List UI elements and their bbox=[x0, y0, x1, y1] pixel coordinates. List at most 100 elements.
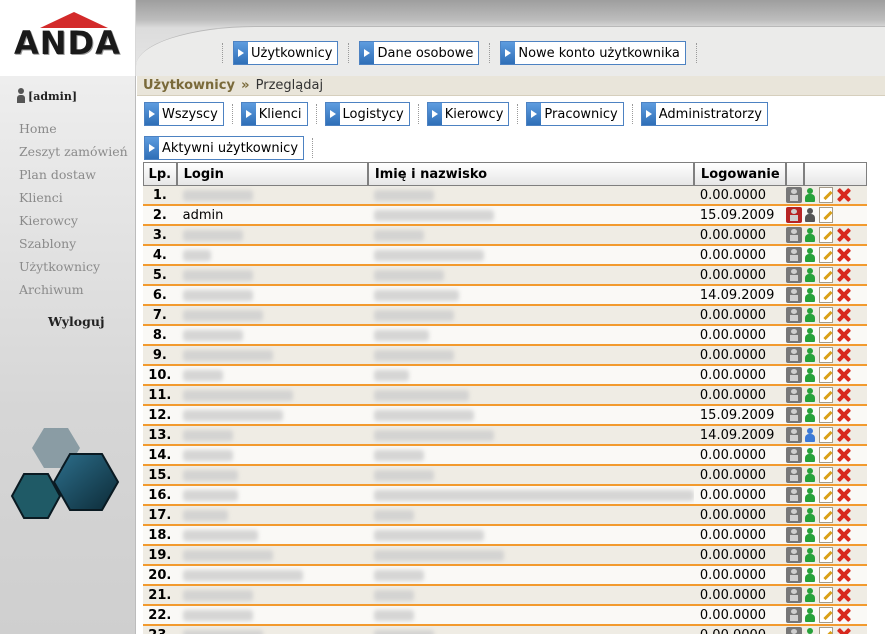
user-profile-icon[interactable] bbox=[804, 227, 816, 243]
col-header-name[interactable]: Imię i nazwisko bbox=[367, 162, 694, 186]
table-row[interactable]: 14. 0.00.0000 bbox=[143, 446, 867, 466]
user-profile-icon[interactable] bbox=[804, 347, 816, 363]
delete-icon[interactable] bbox=[836, 467, 852, 483]
user-profile-icon[interactable] bbox=[804, 447, 816, 463]
user-status-icon[interactable] bbox=[785, 387, 802, 403]
user-profile-icon[interactable] bbox=[804, 207, 816, 223]
user-status-icon[interactable] bbox=[785, 467, 802, 483]
user-profile-icon[interactable] bbox=[804, 327, 816, 343]
user-status-icon[interactable] bbox=[785, 427, 802, 443]
user-status-icon[interactable] bbox=[785, 607, 802, 623]
delete-icon[interactable] bbox=[836, 347, 852, 363]
delete-icon[interactable] bbox=[836, 427, 852, 443]
col-header-login[interactable]: Login bbox=[176, 162, 368, 186]
user-status-icon[interactable] bbox=[785, 367, 802, 383]
user-profile-icon[interactable] bbox=[804, 427, 816, 443]
user-status-icon[interactable] bbox=[785, 187, 802, 203]
table-row[interactable]: 4. 0.00.0000 bbox=[143, 246, 867, 266]
nav-users-button[interactable]: Użytkownicy bbox=[233, 41, 339, 65]
table-row[interactable]: 15. 0.00.0000 bbox=[143, 466, 867, 486]
user-status-icon[interactable] bbox=[785, 347, 802, 363]
edit-icon[interactable] bbox=[818, 207, 833, 223]
table-row[interactable]: 22. 0.00.0000 bbox=[143, 606, 867, 626]
filter-clients-button[interactable]: Klienci bbox=[240, 102, 308, 126]
anda-logo[interactable]: ANDA bbox=[14, 12, 132, 62]
user-profile-icon[interactable] bbox=[804, 547, 816, 563]
sidebar-item-orders-book[interactable]: Zeszyt zamówień bbox=[19, 143, 128, 166]
col-header-last-login[interactable]: Logowanie bbox=[693, 162, 786, 186]
user-profile-icon[interactable] bbox=[804, 407, 816, 423]
user-status-icon[interactable] bbox=[785, 547, 802, 563]
edit-icon[interactable] bbox=[818, 607, 833, 623]
user-status-icon[interactable] bbox=[785, 247, 802, 263]
nav-new-account-button[interactable]: Nowe konto użytkownika bbox=[500, 41, 686, 65]
sidebar-item-clients[interactable]: Klienci bbox=[19, 189, 128, 212]
user-status-icon[interactable] bbox=[785, 627, 802, 634]
edit-icon[interactable] bbox=[818, 307, 833, 323]
user-profile-icon[interactable] bbox=[804, 307, 816, 323]
edit-icon[interactable] bbox=[818, 487, 833, 503]
delete-icon[interactable] bbox=[836, 527, 852, 543]
table-row[interactable]: 7. 0.00.0000 bbox=[143, 306, 867, 326]
table-row[interactable]: 17. 0.00.0000 bbox=[143, 506, 867, 526]
filter-all-button[interactable]: Wszyscy bbox=[144, 102, 224, 126]
edit-icon[interactable] bbox=[818, 547, 833, 563]
user-status-icon[interactable] bbox=[785, 207, 802, 223]
user-profile-icon[interactable] bbox=[804, 467, 816, 483]
sidebar-item-templates[interactable]: Szablony bbox=[19, 235, 128, 258]
sidebar-item-delivery-plan[interactable]: Plan dostaw bbox=[19, 166, 128, 189]
table-row[interactable]: 2. admin 15.09.2009 bbox=[143, 206, 867, 226]
sidebar-item-archive[interactable]: Archiwum bbox=[19, 281, 128, 304]
delete-icon[interactable] bbox=[836, 247, 852, 263]
delete-icon[interactable] bbox=[836, 487, 852, 503]
delete-icon[interactable] bbox=[836, 507, 852, 523]
table-row[interactable]: 19. 0.00.0000 bbox=[143, 546, 867, 566]
filter-active-users-button[interactable]: Aktywni użytkownicy bbox=[144, 136, 305, 160]
edit-icon[interactable] bbox=[818, 447, 833, 463]
table-row[interactable]: 8. 0.00.0000 bbox=[143, 326, 867, 346]
table-row[interactable]: 18. 0.00.0000 bbox=[143, 526, 867, 546]
user-profile-icon[interactable] bbox=[804, 367, 816, 383]
edit-icon[interactable] bbox=[818, 407, 833, 423]
user-status-icon[interactable] bbox=[785, 567, 802, 583]
delete-icon[interactable] bbox=[836, 307, 852, 323]
filter-employees-button[interactable]: Pracownicy bbox=[526, 102, 624, 126]
user-profile-icon[interactable] bbox=[804, 607, 816, 623]
user-profile-icon[interactable] bbox=[804, 247, 816, 263]
edit-icon[interactable] bbox=[818, 267, 833, 283]
edit-icon[interactable] bbox=[818, 527, 833, 543]
delete-icon[interactable] bbox=[836, 367, 852, 383]
table-row[interactable]: 9. 0.00.0000 bbox=[143, 346, 867, 366]
table-row[interactable]: 16. 0.00.0000 bbox=[143, 486, 867, 506]
table-row[interactable]: 5. 0.00.0000 bbox=[143, 266, 867, 286]
table-row[interactable]: 10. 0.00.0000 bbox=[143, 366, 867, 386]
user-profile-icon[interactable] bbox=[804, 267, 816, 283]
table-row[interactable]: 12. 15.09.2009 bbox=[143, 406, 867, 426]
delete-icon[interactable] bbox=[836, 407, 852, 423]
user-status-icon[interactable] bbox=[785, 307, 802, 323]
sidebar-item-drivers[interactable]: Kierowcy bbox=[19, 212, 128, 235]
delete-icon[interactable] bbox=[836, 227, 852, 243]
edit-icon[interactable] bbox=[818, 387, 833, 403]
user-status-icon[interactable] bbox=[785, 267, 802, 283]
user-status-icon[interactable] bbox=[785, 327, 802, 343]
table-row[interactable]: 1. 0.00.0000 bbox=[143, 186, 867, 206]
table-row[interactable]: 20. 0.00.0000 bbox=[143, 566, 867, 586]
table-row[interactable]: 23. 0.00.0000 bbox=[143, 626, 867, 634]
delete-icon[interactable] bbox=[836, 547, 852, 563]
table-row[interactable]: 3. 0.00.0000 bbox=[143, 226, 867, 246]
edit-icon[interactable] bbox=[818, 587, 833, 603]
nav-personal-data-button[interactable]: Dane osobowe bbox=[359, 41, 480, 65]
delete-icon[interactable] bbox=[836, 447, 852, 463]
delete-icon[interactable] bbox=[836, 287, 852, 303]
table-row[interactable]: 6. 14.09.2009 bbox=[143, 286, 867, 306]
edit-icon[interactable] bbox=[818, 627, 833, 634]
user-status-icon[interactable] bbox=[785, 587, 802, 603]
user-status-icon[interactable] bbox=[785, 287, 802, 303]
edit-icon[interactable] bbox=[818, 367, 833, 383]
table-row[interactable]: 13. 14.09.2009 bbox=[143, 426, 867, 446]
filter-drivers-button[interactable]: Kierowcy bbox=[426, 102, 510, 126]
user-status-icon[interactable] bbox=[785, 407, 802, 423]
delete-icon[interactable] bbox=[836, 567, 852, 583]
edit-icon[interactable] bbox=[818, 347, 833, 363]
